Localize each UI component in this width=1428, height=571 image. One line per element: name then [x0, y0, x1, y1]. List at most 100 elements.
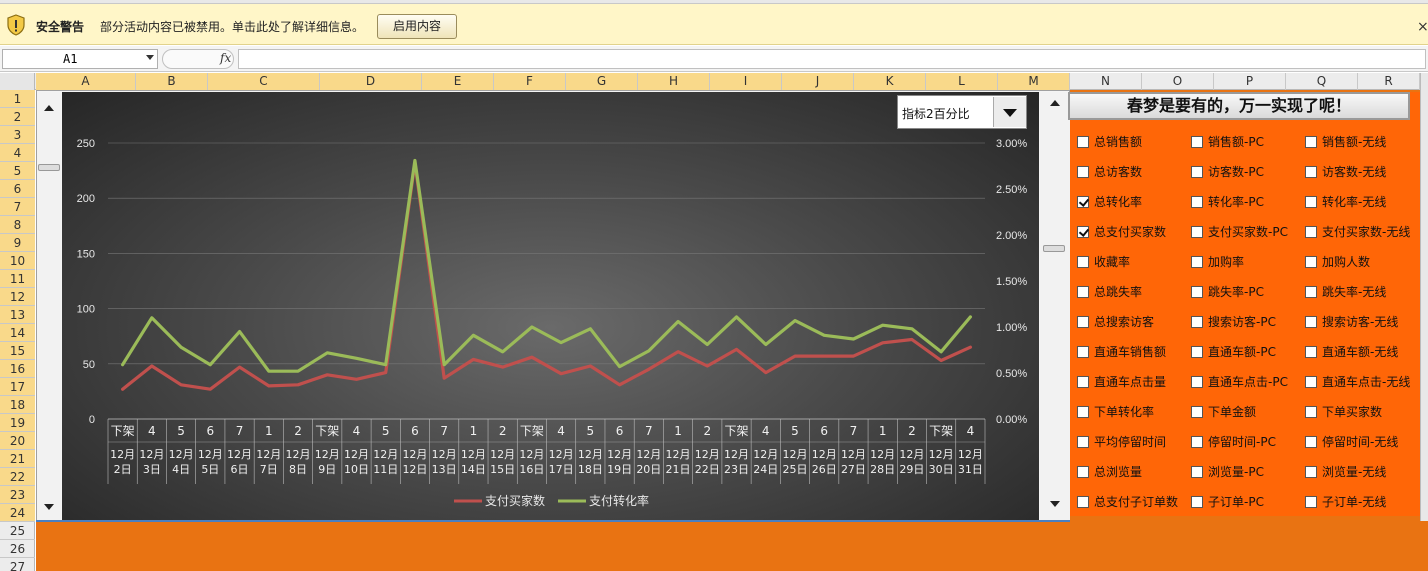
column-header-n[interactable]: N [1070, 73, 1142, 90]
security-warning-message[interactable]: 部分活动内容已被禁用。单击此处了解详细信息。 [100, 18, 364, 35]
metric-checkbox[interactable]: 停留时间-无线 [1305, 433, 1398, 450]
row-header-9[interactable]: 9 [0, 234, 35, 252]
checkbox-box[interactable] [1077, 375, 1089, 388]
scroll-down-icon[interactable] [44, 504, 54, 510]
metric-checkbox[interactable]: 销售额-无线 [1305, 133, 1386, 150]
row-header-7[interactable]: 7 [0, 198, 35, 216]
row-header-21[interactable]: 21 [0, 450, 35, 468]
checkbox-box[interactable] [1191, 435, 1203, 448]
metric-checkbox[interactable]: 支付买家数-PC [1191, 223, 1288, 240]
metric-checkbox[interactable]: 收藏率 [1077, 253, 1130, 270]
checkbox-box[interactable] [1305, 255, 1317, 268]
metric-checkbox[interactable]: 总销售额 [1077, 133, 1142, 150]
metric-checkbox[interactable]: 总转化率 [1077, 193, 1142, 210]
row-header-3[interactable]: 3 [0, 126, 35, 144]
metric-checkbox[interactable]: 下单买家数 [1305, 403, 1382, 420]
row-header-15[interactable]: 15 [0, 342, 35, 360]
checkbox-box[interactable] [1077, 195, 1089, 208]
checkbox-box[interactable] [1191, 165, 1203, 178]
checkbox-box[interactable] [1305, 465, 1317, 478]
metric-dropdown[interactable]: 指标2百分比 [897, 95, 1027, 129]
row-header-13[interactable]: 13 [0, 306, 35, 324]
checkbox-box[interactable] [1305, 225, 1317, 238]
checkbox-box[interactable] [1191, 405, 1203, 418]
formula-input[interactable] [238, 49, 1426, 69]
metric-checkbox[interactable]: 总访客数 [1077, 163, 1142, 180]
checkbox-box[interactable] [1077, 225, 1089, 238]
checkbox-box[interactable] [1077, 255, 1089, 268]
metric-checkbox[interactable]: 停留时间-PC [1191, 433, 1276, 450]
column-header-j[interactable]: J [782, 73, 854, 90]
scroll-down-icon[interactable] [1050, 501, 1060, 507]
metric-checkbox[interactable]: 浏览量-PC [1191, 463, 1264, 480]
metric-checkbox[interactable]: 总浏览量 [1077, 463, 1142, 480]
row-header-12[interactable]: 12 [0, 288, 35, 306]
checkbox-box[interactable] [1305, 345, 1317, 358]
metric-checkbox[interactable]: 直通车点击-无线 [1305, 373, 1410, 390]
row-header-24[interactable]: 24 [0, 504, 35, 522]
column-header-p[interactable]: P [1214, 73, 1286, 90]
row-header-6[interactable]: 6 [0, 180, 35, 198]
checkbox-box[interactable] [1191, 285, 1203, 298]
checkbox-box[interactable] [1305, 405, 1317, 418]
metric-checkbox[interactable]: 下单金额 [1191, 403, 1256, 420]
scroll-up-icon[interactable] [1050, 100, 1060, 106]
metric-checkbox[interactable]: 平均停留时间 [1077, 433, 1166, 450]
metric-checkbox[interactable]: 跳失率-PC [1191, 283, 1264, 300]
metric-checkbox[interactable]: 总跳失率 [1077, 283, 1142, 300]
checkbox-box[interactable] [1077, 135, 1089, 148]
checkbox-box[interactable] [1305, 435, 1317, 448]
metric-checkbox[interactable]: 下单转化率 [1077, 403, 1154, 420]
metric-checkbox[interactable]: 直通车点击量 [1077, 373, 1166, 390]
row-header-4[interactable]: 4 [0, 144, 35, 162]
metric-checkbox[interactable]: 总支付子订单数 [1077, 493, 1178, 510]
metric-checkbox[interactable]: 子订单-PC [1191, 493, 1264, 510]
checkbox-box[interactable] [1305, 135, 1317, 148]
checkbox-box[interactable] [1077, 165, 1089, 178]
metric-checkbox[interactable]: 总搜索访客 [1077, 313, 1154, 330]
checkbox-box[interactable] [1305, 315, 1317, 328]
checkbox-box[interactable] [1191, 495, 1203, 508]
row-header-14[interactable]: 14 [0, 324, 35, 342]
row-header-19[interactable]: 19 [0, 414, 35, 432]
metric-checkbox[interactable]: 直通车额-PC [1191, 343, 1276, 360]
checkbox-box[interactable] [1191, 375, 1203, 388]
checkbox-box[interactable] [1077, 495, 1089, 508]
column-header-m[interactable]: M [998, 73, 1070, 90]
checkbox-box[interactable] [1305, 495, 1317, 508]
row-header-10[interactable]: 10 [0, 252, 35, 270]
chart-scrollbar-right[interactable] [1040, 92, 1070, 520]
metric-checkbox[interactable]: 总支付买家数 [1077, 223, 1166, 240]
metric-checkbox[interactable]: 访客数-无线 [1305, 163, 1386, 180]
checkbox-box[interactable] [1077, 345, 1089, 358]
metric-checkbox[interactable]: 直通车额-无线 [1305, 343, 1398, 360]
metric-checkbox[interactable]: 转化率-无线 [1305, 193, 1386, 210]
checkbox-box[interactable] [1191, 255, 1203, 268]
checkbox-box[interactable] [1191, 315, 1203, 328]
column-header-e[interactable]: E [422, 73, 494, 90]
metric-checkbox[interactable]: 直通车点击-PC [1191, 373, 1288, 390]
checkbox-box[interactable] [1077, 405, 1089, 418]
checkbox-box[interactable] [1305, 285, 1317, 298]
checkbox-box[interactable] [1191, 135, 1203, 148]
metric-checkbox[interactable]: 访客数-PC [1191, 163, 1264, 180]
chart-scrollbar-left[interactable] [37, 92, 61, 520]
column-header-r[interactable]: R [1358, 73, 1420, 90]
row-header-22[interactable]: 22 [0, 468, 35, 486]
row-header-1[interactable]: 1 [0, 90, 35, 108]
row-header-8[interactable]: 8 [0, 216, 35, 234]
column-header-c[interactable]: C [208, 73, 320, 90]
row-header-11[interactable]: 11 [0, 270, 35, 288]
checkbox-box[interactable] [1305, 165, 1317, 178]
metric-checkbox[interactable]: 转化率-PC [1191, 193, 1264, 210]
scroll-thumb[interactable] [1043, 245, 1065, 252]
row-header-17[interactable]: 17 [0, 378, 35, 396]
select-all-corner[interactable] [0, 73, 35, 90]
checkbox-box[interactable] [1191, 225, 1203, 238]
checkbox-box[interactable] [1191, 345, 1203, 358]
metric-checkbox[interactable]: 直通车销售额 [1077, 343, 1166, 360]
scroll-thumb[interactable] [38, 164, 60, 171]
name-box[interactable]: A1 [2, 49, 158, 69]
column-header-a[interactable]: A [36, 73, 136, 90]
checkbox-box[interactable] [1077, 465, 1089, 478]
